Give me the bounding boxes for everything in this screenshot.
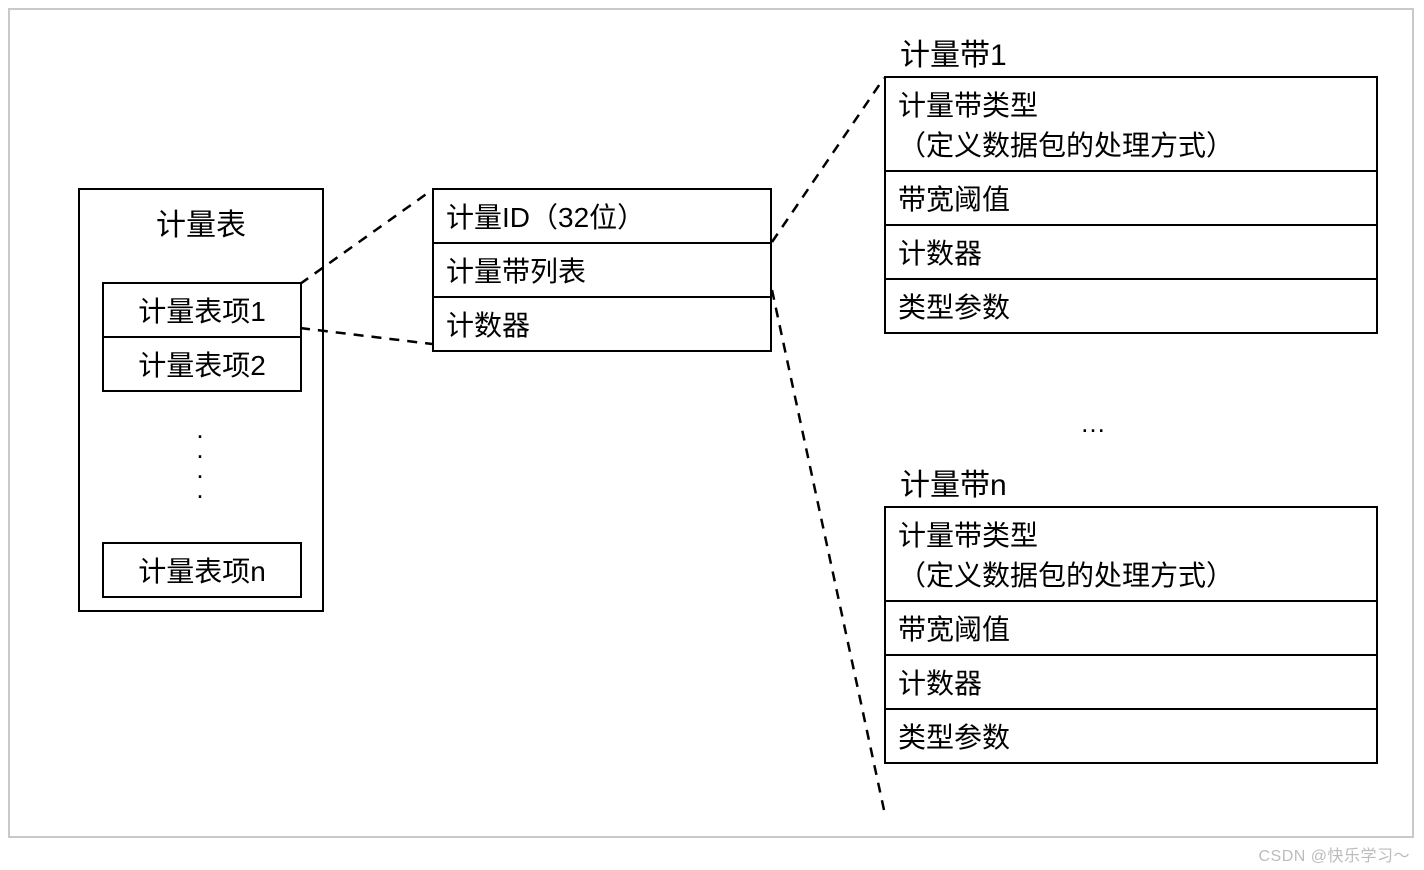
band-1-box: 计量带类型 （定义数据包的处理方式） 带宽阈值 计数器 类型参数 bbox=[884, 76, 1378, 334]
band-row: 类型参数 bbox=[884, 708, 1378, 764]
band-n-box: 计量带类型 （定义数据包的处理方式） 带宽阈值 计数器 类型参数 bbox=[884, 506, 1378, 764]
meter-table-box: 计量表 计量表项1 计量表项2 . . . . 计量表项n bbox=[78, 188, 324, 612]
band-row: 计数器 bbox=[884, 224, 1378, 280]
band-n-title: 计量带n bbox=[892, 456, 1015, 512]
meter-table-item: 计量表项1 bbox=[102, 282, 302, 338]
band-1-title: 计量带1 bbox=[892, 26, 1015, 82]
band-row: 类型参数 bbox=[884, 278, 1378, 334]
meter-entry-row: 计数器 bbox=[432, 296, 772, 352]
band-row: 计量带类型 （定义数据包的处理方式） bbox=[884, 76, 1378, 172]
meter-entry-row: 计量ID（32位） bbox=[432, 188, 772, 244]
band-row: 带宽阈值 bbox=[884, 600, 1378, 656]
meter-table-title: 计量表 bbox=[80, 190, 322, 254]
band-row: 计量带类型 （定义数据包的处理方式） bbox=[884, 506, 1378, 602]
meter-table-item: 计量表项n bbox=[102, 542, 302, 598]
meter-entry-box: 计量ID（32位） 计量带列表 计数器 bbox=[432, 188, 772, 352]
ellipsis-icon: … bbox=[1080, 408, 1106, 439]
band-row: 计数器 bbox=[884, 654, 1378, 710]
watermark: CSDN @快乐学习～ bbox=[1258, 842, 1410, 866]
meter-entry-row: 计量带列表 bbox=[432, 242, 772, 298]
band-row: 带宽阈值 bbox=[884, 170, 1378, 226]
ellipsis-icon: . . . . bbox=[80, 390, 322, 528]
meter-table-item: 计量表项2 bbox=[102, 336, 302, 392]
